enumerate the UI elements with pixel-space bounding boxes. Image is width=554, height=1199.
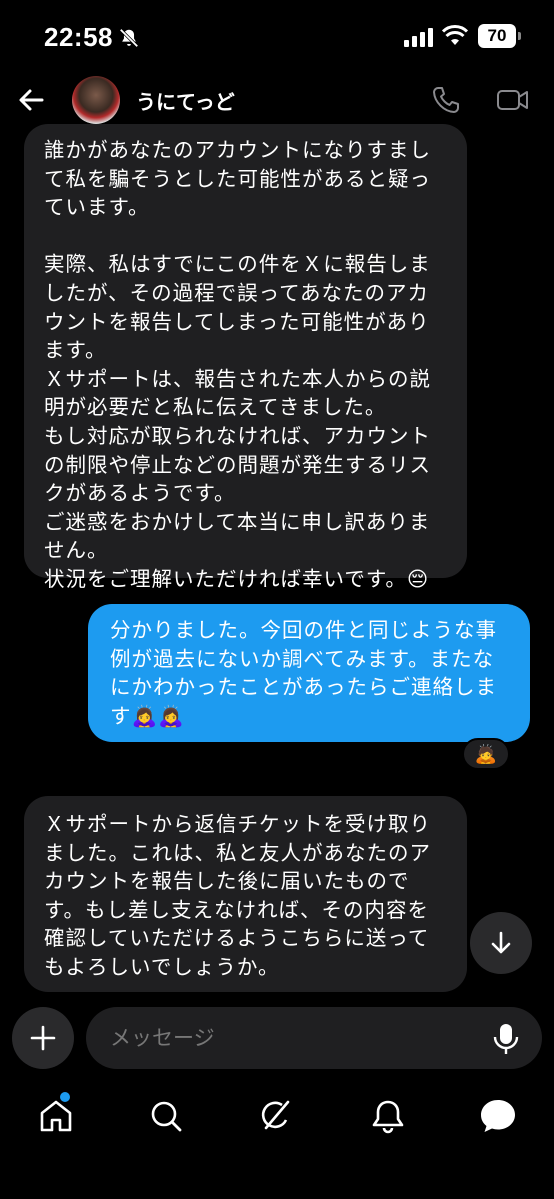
grok-icon[interactable] — [256, 1096, 296, 1136]
bottom-navigation — [0, 1086, 554, 1148]
scroll-to-bottom-button[interactable] — [470, 912, 532, 974]
message-bubble-incoming[interactable]: Ｘサポートから返信チケットを受け取りました。これは、私と友人があなたのアカウント… — [24, 796, 467, 992]
home-icon[interactable] — [36, 1096, 76, 1136]
mic-icon[interactable] — [490, 1022, 522, 1056]
plus-icon — [30, 1025, 56, 1051]
signal-icon — [404, 28, 433, 47]
status-time: 22:58 — [44, 22, 113, 52]
video-icon[interactable] — [496, 84, 530, 116]
messages-icon[interactable] — [478, 1096, 518, 1136]
message-input[interactable] — [86, 1007, 542, 1069]
search-icon[interactable] — [146, 1096, 186, 1136]
contact-name[interactable]: うにてっど — [136, 86, 235, 115]
message-reaction[interactable]: 🙇 — [462, 738, 510, 770]
arrow-down-icon — [491, 931, 511, 954]
bell-off-icon — [119, 28, 139, 48]
back-arrow-icon[interactable] — [12, 80, 52, 120]
add-attachment-button[interactable] — [12, 1007, 74, 1069]
phone-icon[interactable] — [430, 84, 462, 116]
avatar[interactable] — [72, 76, 120, 124]
message-bubble-outgoing[interactable]: 分かりました。今回の件と同じような事例が過去にないか調べてみます。またなにかわか… — [88, 604, 530, 742]
status-bar: 22:58 70 — [0, 0, 554, 72]
home-notification-dot — [60, 1092, 70, 1102]
bell-icon[interactable] — [368, 1096, 408, 1136]
wifi-icon — [442, 25, 468, 45]
conversation-header: うにてっど — [0, 72, 554, 128]
message-bubble-incoming[interactable]: 誰かがあなたのアカウントになりすまして私を騙そうとした可能性があると疑っています… — [24, 124, 467, 591]
battery-icon: 70 — [478, 24, 521, 48]
